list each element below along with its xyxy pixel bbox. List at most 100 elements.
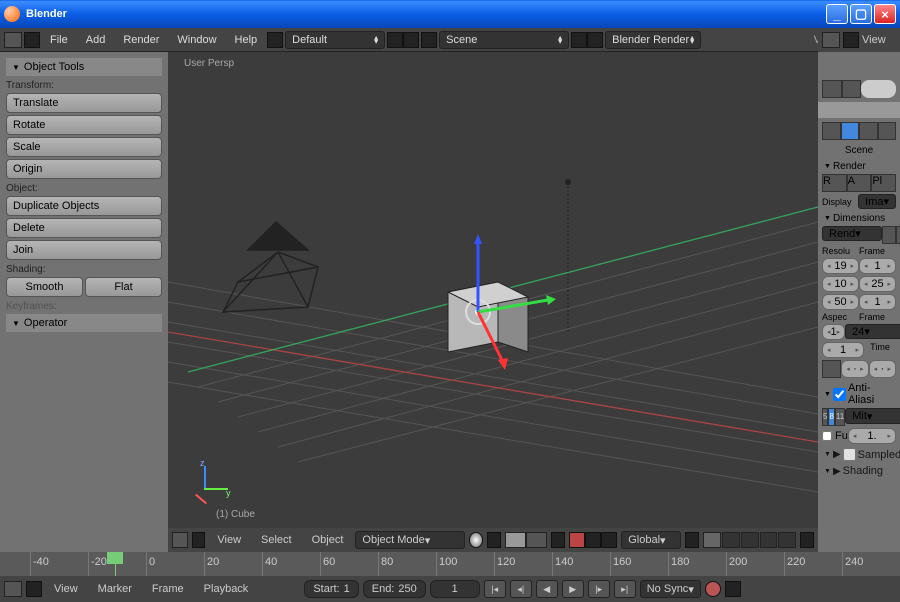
fps-dropdown[interactable]: 24▾ (845, 324, 900, 339)
3d-viewport[interactable]: User Persp (1) Cube zy (168, 52, 818, 552)
time-new-field[interactable]: ◂·▸ (869, 360, 896, 378)
3dview-editor-type-icon[interactable] (172, 532, 188, 548)
aspect-y-field[interactable]: ◂1▸ (822, 342, 864, 358)
keying-set-icon[interactable] (725, 581, 741, 597)
sampled-panel-header[interactable]: ▶ Sampled (822, 446, 896, 463)
aa-11-button[interactable]: 11 (835, 408, 845, 426)
orientation-dropdown[interactable]: Global▾ (621, 531, 681, 549)
prop-tab-scene[interactable] (859, 122, 878, 140)
play-reverse-button[interactable]: ◀ (536, 580, 558, 598)
flat-button[interactable]: Flat (85, 277, 162, 297)
duplicate-button[interactable]: Duplicate Objects (6, 196, 162, 216)
playhead[interactable] (115, 552, 116, 576)
res-pct-field[interactable]: ◂50▸ (822, 294, 859, 310)
rotate-button[interactable]: Rotate (6, 115, 162, 135)
frame-end-field[interactable]: ◂25▸ (859, 276, 896, 292)
timeline-menu-playback[interactable]: Playback (196, 581, 257, 597)
outliner-filter-icon[interactable] (822, 80, 842, 98)
3dview-menu-view[interactable]: View (209, 532, 249, 548)
display-mode-dropdown[interactable]: Ima▾ (858, 194, 896, 209)
smooth-button[interactable]: Smooth (6, 277, 83, 297)
pivot-icon[interactable] (487, 532, 501, 548)
jump-end-button[interactable]: ▸| (614, 580, 636, 598)
shading-panel-header[interactable]: ▶ Shading (822, 463, 896, 479)
layout-dropdown[interactable]: Default▴▾ (285, 31, 385, 49)
translate-button[interactable]: Translate (6, 93, 162, 113)
add-screen-icon[interactable] (387, 32, 403, 48)
render-anim-button[interactable]: A (847, 174, 872, 192)
auto-keyframe-icon[interactable] (705, 581, 721, 597)
keyframe-next-button[interactable]: |▸ (588, 580, 610, 598)
add-scene-icon[interactable] (571, 32, 587, 48)
origin-button[interactable]: Origin (6, 159, 162, 179)
object-tools-header[interactable]: Object Tools (6, 58, 162, 76)
remove-preset-icon[interactable] (896, 226, 900, 244)
prop-tab-world[interactable] (878, 122, 897, 140)
timeline-editor-type-icon[interactable] (4, 581, 22, 597)
shading-mode-icon[interactable] (469, 532, 483, 548)
prop-tab-render-layers[interactable] (841, 122, 860, 140)
render-presets-dropdown[interactable]: Rend▾ (822, 226, 882, 241)
render-image-button[interactable]: R (822, 174, 847, 192)
outliner-search[interactable] (818, 102, 900, 118)
3dview-menu-select[interactable]: Select (253, 532, 300, 548)
frame-step-field[interactable]: ◂1▸ (859, 294, 896, 310)
sampled-checkbox[interactable] (843, 448, 856, 461)
aa-filter-dropdown[interactable]: Mit▾ (845, 408, 900, 424)
menu-file[interactable]: File (42, 32, 76, 48)
time-old-field[interactable]: ◂·▸ (841, 360, 868, 378)
aa-panel-header[interactable]: Anti-Aliasi (822, 380, 896, 408)
outliner-collapse-icon[interactable] (843, 32, 859, 48)
minimize-button[interactable]: _ (826, 4, 848, 24)
res-x-field[interactable]: ◂19▸ (822, 258, 859, 274)
snap-toggle-icon[interactable] (685, 532, 699, 548)
frame-start-field[interactable]: ◂1▸ (859, 258, 896, 274)
menu-help[interactable]: Help (227, 32, 266, 48)
manipulator-scale-icon[interactable] (601, 532, 617, 548)
render-audio-button[interactable]: Pl (871, 174, 896, 192)
delete-screen-icon[interactable] (403, 32, 419, 48)
outliner-filter-icon-2[interactable] (842, 80, 862, 98)
aa-checkbox[interactable] (833, 388, 846, 401)
layer-grid[interactable] (703, 532, 796, 548)
screen-browse-icon[interactable] (267, 32, 283, 48)
filter-size-field[interactable]: ◂1.▸ (848, 428, 896, 444)
manipulator-translate-icon[interactable] (569, 532, 585, 548)
outliner-menu-view[interactable]: View (862, 34, 886, 46)
mode-dropdown[interactable]: Object Mode▾ (355, 531, 465, 549)
close-button[interactable]: × (874, 4, 896, 24)
3dview-menu-object[interactable]: Object (304, 532, 352, 548)
render-engine-dropdown[interactable]: Blender Render▴▾ (605, 31, 701, 49)
timeline-menu-view[interactable]: View (46, 581, 86, 597)
play-button[interactable]: ▶ (562, 580, 584, 598)
border-toggle[interactable] (822, 360, 841, 378)
prop-tab-render[interactable] (822, 122, 841, 140)
add-preset-icon[interactable] (882, 226, 896, 244)
delete-scene-icon[interactable] (587, 32, 603, 48)
manipulator-toggle-icon[interactable] (551, 532, 565, 548)
end-frame-field[interactable]: End:250 (363, 580, 426, 598)
menu-window[interactable]: Window (169, 32, 224, 48)
outliner-slider[interactable] (861, 80, 896, 98)
dimensions-panel-header[interactable]: Dimensions (822, 211, 896, 226)
menu-render[interactable]: Render (115, 32, 167, 48)
scene-browse-icon[interactable] (421, 32, 437, 48)
timeline-menu-marker[interactable]: Marker (90, 581, 140, 597)
join-button[interactable]: Join (6, 240, 162, 260)
full-sample-checkbox[interactable] (822, 431, 832, 441)
collapse-menus-icon[interactable] (24, 32, 40, 48)
layer-buttons[interactable] (505, 532, 547, 548)
3dview-collapse-icon[interactable] (192, 532, 206, 548)
res-y-field[interactable]: ◂10▸ (822, 276, 859, 292)
scene-dropdown[interactable]: Scene▴▾ (439, 31, 569, 49)
scale-button[interactable]: Scale (6, 137, 162, 157)
timeline-ruler[interactable]: -40-20020406080100120140160180200220240 (0, 552, 900, 576)
timeline-menu-frame[interactable]: Frame (144, 581, 192, 597)
keyframe-prev-button[interactable]: ◂| (510, 580, 532, 598)
manipulator-rotate-icon[interactable] (585, 532, 601, 548)
editor-type-icon[interactable] (4, 32, 22, 48)
start-frame-field[interactable]: Start:1 (304, 580, 358, 598)
menu-add[interactable]: Add (78, 32, 114, 48)
timeline-collapse-icon[interactable] (26, 581, 42, 597)
render-panel-header[interactable]: Render (822, 159, 896, 174)
